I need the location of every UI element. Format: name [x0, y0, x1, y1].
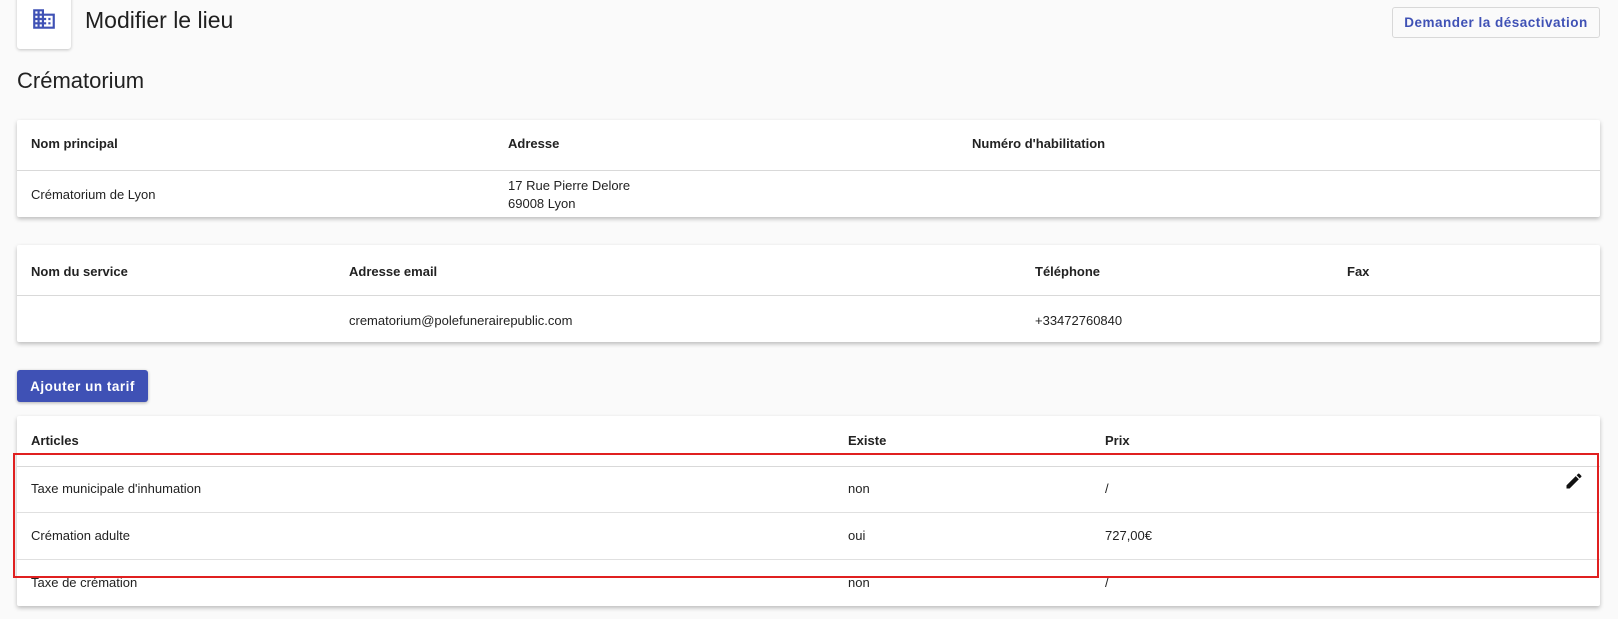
article-exists: non: [848, 575, 870, 590]
building-icon: [33, 8, 55, 29]
column-header-exists: Existe: [848, 433, 887, 448]
article-name: Taxe de crémation: [31, 575, 138, 590]
column-header-email: Adresse email: [349, 264, 438, 279]
page: Modifier le lieu Demander la désactivati…: [0, 0, 1618, 619]
address-line-2: 69008 Lyon: [508, 196, 576, 211]
request-deactivation-button[interactable]: Demander la désactivation: [1392, 7, 1600, 38]
article-price: /: [1105, 481, 1109, 496]
article-name: Crémation adulte: [31, 528, 130, 543]
article-price: 727,00€: [1105, 528, 1152, 543]
place-info-table: Nom principal Adresse Numéro d'habilitat…: [17, 120, 1600, 217]
service-phone: +33472760840: [1035, 313, 1123, 328]
column-header-address: Adresse: [508, 136, 560, 151]
header-divider: [17, 466, 1600, 467]
place-type-badge: [17, 0, 71, 49]
column-header-habilitation: Numéro d'habilitation: [972, 136, 1106, 151]
header-divider: [17, 170, 1600, 171]
edit-tariff-button[interactable]: [1560, 467, 1588, 495]
column-header-articles: Articles: [31, 433, 79, 448]
column-header-fax: Fax: [1347, 264, 1370, 279]
header-divider: [17, 295, 1600, 296]
article-exists: non: [848, 481, 870, 496]
service-email: crematorium@polefunerairepublic.com: [349, 313, 573, 328]
row-divider: [17, 559, 1600, 560]
tariffs-table: Articles Existe Prix Taxe municipale d'i…: [17, 416, 1600, 606]
column-header-main-name: Nom principal: [31, 136, 118, 151]
article-name: Taxe municipale d'inhumation: [31, 481, 202, 496]
place-name: Crématorium de Lyon: [31, 187, 156, 202]
row-divider: [17, 512, 1600, 513]
column-header-service-name: Nom du service: [31, 264, 128, 279]
pencil-icon: [1566, 473, 1582, 489]
section-title: Crématorium: [17, 68, 145, 93]
add-tariff-button[interactable]: Ajouter un tarif: [17, 370, 148, 402]
page-title: Modifier le lieu: [85, 7, 234, 33]
column-header-price: Prix: [1105, 433, 1130, 448]
address-line-1: 17 Rue Pierre Delore: [508, 178, 631, 193]
service-info-table: Nom du service Adresse email Téléphone F…: [17, 245, 1600, 342]
column-header-phone: Téléphone: [1035, 264, 1101, 279]
article-price: /: [1105, 575, 1109, 590]
article-exists: oui: [848, 528, 866, 543]
